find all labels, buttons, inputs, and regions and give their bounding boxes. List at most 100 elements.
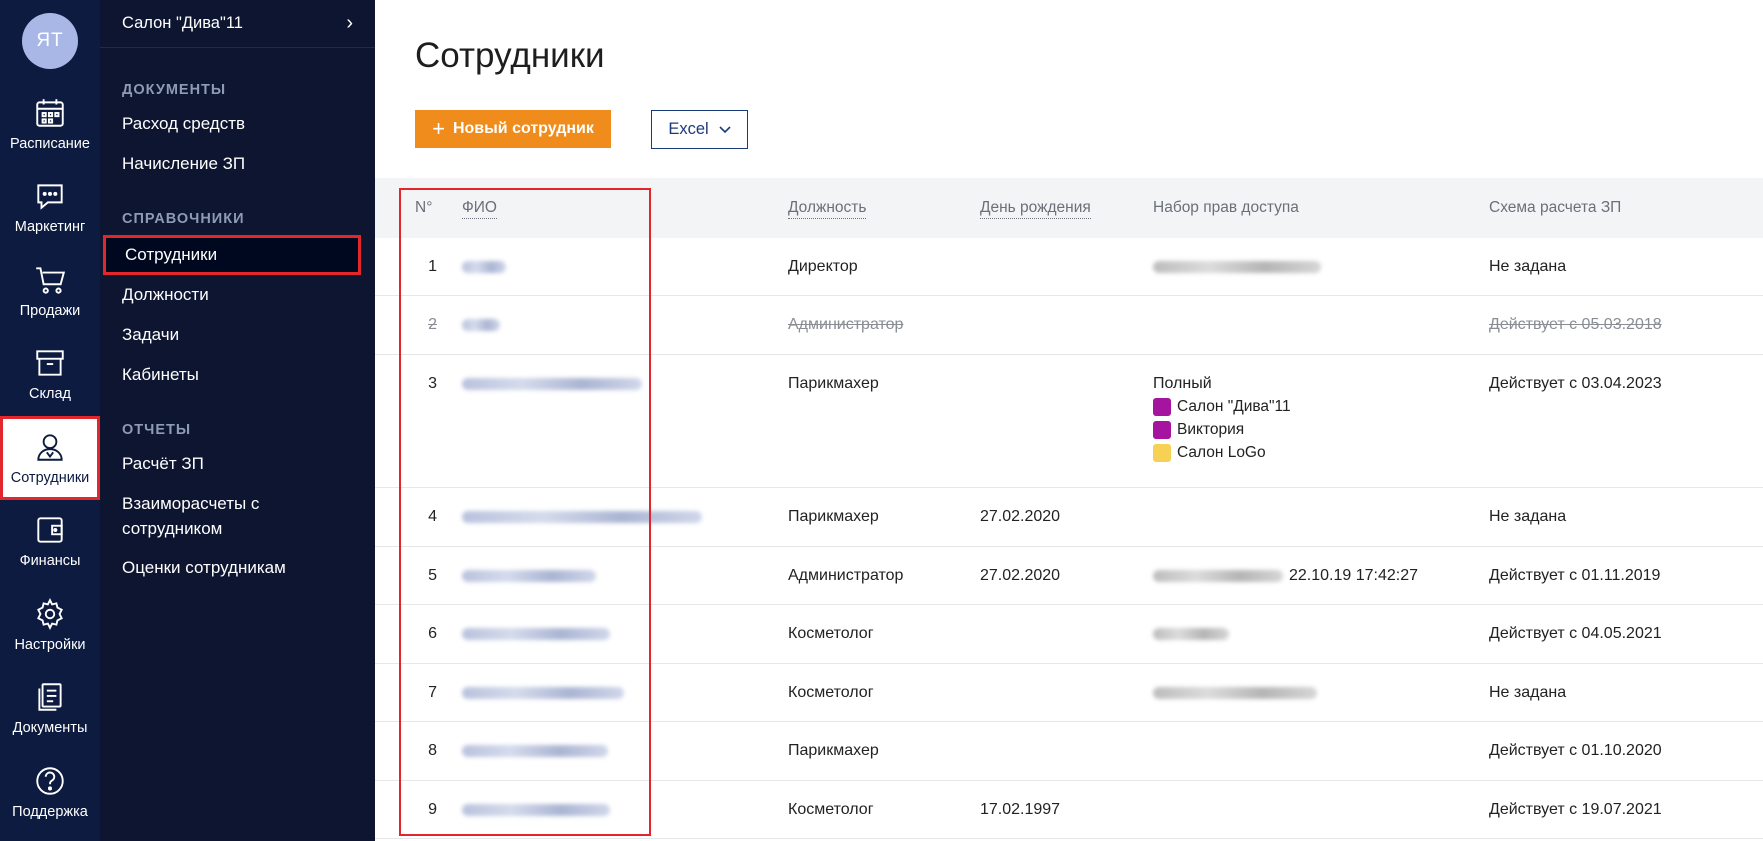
employee-position: Администратор — [788, 316, 904, 333]
salary-scheme: Действует с 01.11.2019 — [1489, 567, 1661, 584]
table-row[interactable]: 4 Парикмахер 27.02.2020 Не задана — [375, 488, 1763, 547]
employee-position: Косметолог — [788, 684, 874, 701]
table-row[interactable]: 5 Администратор 27.02.2020 22.10.19 17:4… — [375, 547, 1763, 605]
employee-name-blurred[interactable] — [462, 605, 610, 643]
menu-item-salary-accrual[interactable]: Начисление ЗП — [100, 144, 375, 184]
rail-item-warehouse[interactable]: Склад — [0, 333, 100, 417]
employee-birthday: 27.02.2020 — [980, 567, 1061, 584]
menu-item-expenses[interactable]: Расход средств — [100, 104, 375, 144]
employee-name-blurred[interactable] — [462, 296, 500, 334]
header-birthday[interactable]: День рождения — [980, 199, 1091, 219]
archive-icon — [36, 350, 64, 376]
rail-item-settings[interactable]: Настройки — [0, 583, 100, 667]
rail-item-sales[interactable]: Продажи — [0, 249, 100, 333]
menu-section-references: СПРАВОЧНИКИ — [122, 211, 245, 227]
chevron-down-icon — [719, 125, 731, 133]
plus-icon: + — [432, 116, 445, 141]
excel-dropdown-button[interactable]: Excel — [651, 110, 748, 149]
wallet-icon — [37, 517, 63, 543]
rail-item-label: Настройки — [14, 636, 86, 653]
salon-switcher[interactable]: Салон "Дива"11 › — [100, 0, 375, 48]
salary-scheme: Не задана — [1489, 508, 1567, 525]
employee-position: Косметолог — [788, 801, 874, 818]
header-position[interactable]: Должность — [788, 199, 867, 219]
employee-birthday: 17.02.1997 — [980, 801, 1061, 818]
menu-item-cabinets[interactable]: Кабинеты — [100, 355, 375, 395]
rail-item-marketing[interactable]: Маркетинг — [0, 166, 100, 250]
employee-name-blurred[interactable] — [462, 238, 506, 276]
calendar-icon — [36, 98, 64, 127]
menu-item-employees[interactable]: Сотрудники — [103, 235, 361, 275]
employee-position: Парикмахер — [788, 742, 879, 759]
menu-item-employee-ratings[interactable]: Оценки сотрудникам — [100, 548, 375, 588]
access-salon: Салон "Дива"11 — [1153, 398, 1291, 416]
table-row[interactable]: 8 Парикмахер Действует с 01.10.2020 — [375, 722, 1763, 781]
avatar[interactable]: ЯТ — [22, 13, 78, 69]
employee-name-blurred[interactable] — [462, 664, 624, 702]
table-row[interactable]: 1 Директор Не задана — [375, 238, 1763, 296]
row-number: 9 — [428, 801, 437, 818]
salary-scheme: Не задана — [1489, 684, 1567, 701]
employee-name-blurred[interactable] — [462, 488, 702, 526]
employee-position: Парикмахер — [788, 375, 879, 392]
menu-item-tasks[interactable]: Задачи — [100, 315, 375, 355]
row-number: 4 — [428, 508, 437, 525]
header-access: Набор прав доступа — [1153, 199, 1299, 216]
row-number: 5 — [428, 567, 437, 584]
salary-scheme: Действует с 01.10.2020 — [1489, 742, 1662, 759]
rail-item-label: Поддержка — [12, 803, 88, 820]
rail-item-label: Расписание — [10, 135, 90, 152]
employee-position: Администратор — [788, 567, 904, 584]
salon-color-swatch — [1153, 444, 1171, 462]
rail-item-support[interactable]: Поддержка — [0, 750, 100, 834]
table-row[interactable]: 2 Администратор Действует с 05.03.2018 — [375, 296, 1763, 355]
row-number: 3 — [428, 375, 437, 392]
employee-position: Косметолог — [788, 625, 874, 642]
salary-scheme: Действует с 04.05.2021 — [1489, 625, 1662, 642]
access-salon: Салон LoGo — [1153, 444, 1291, 462]
help-icon — [36, 767, 64, 795]
table-row[interactable]: 3 Парикмахер Полный Салон "Дива"11 Викто… — [375, 355, 1763, 488]
row-number: 8 — [428, 742, 437, 759]
rail-item-label: Финансы — [19, 553, 81, 570]
main-content: Сотрудники + Новый сотрудник Excel N° ФИ… — [375, 0, 1763, 841]
rail-item-employees[interactable]: Сотрудники — [0, 416, 100, 500]
salon-color-swatch — [1153, 421, 1171, 439]
rail-item-label: Сотрудники — [10, 469, 90, 486]
rail-item-schedule[interactable]: Расписание — [0, 82, 100, 166]
table-row[interactable]: 9 Косметолог 17.02.1997 Действует с 19.0… — [375, 781, 1763, 839]
chevron-right-icon: › — [346, 12, 353, 34]
excel-label: Excel — [668, 120, 709, 138]
gear-icon — [37, 597, 63, 630]
access-set-blurred — [1153, 664, 1317, 702]
rail-item-documents[interactable]: Документы — [0, 667, 100, 751]
menu-item-positions[interactable]: Должности — [100, 275, 375, 315]
avatar-container: ЯТ — [0, 0, 100, 82]
salary-scheme: Действует с 19.07.2021 — [1489, 801, 1662, 818]
header-fio[interactable]: ФИО — [462, 199, 497, 219]
rail-item-finance[interactable]: Финансы — [0, 500, 100, 584]
salon-name: Салон "Дива"11 — [122, 14, 243, 32]
access-set: 22.10.19 17:42:27 — [1153, 547, 1418, 585]
salon-color-swatch — [1153, 398, 1171, 416]
rail-item-label: Продажи — [19, 302, 81, 319]
employee-name-blurred[interactable] — [462, 722, 608, 760]
menu-item-settlements[interactable]: Взаиморасчеты с сотрудником — [100, 484, 375, 548]
chat-icon — [37, 184, 63, 210]
table-row[interactable]: 7 Косметолог Не задана — [375, 664, 1763, 722]
employee-name-blurred[interactable] — [462, 547, 596, 585]
employee-name-blurred[interactable] — [462, 355, 642, 393]
cart-icon — [36, 267, 66, 294]
row-number: 2 — [428, 316, 437, 333]
menu-section-documents: ДОКУМЕНТЫ — [122, 82, 227, 98]
new-employee-button[interactable]: + Новый сотрудник — [415, 110, 611, 148]
access-set: Полный Салон "Дива"11 Виктория Салон LoG… — [1153, 355, 1291, 462]
employee-name-blurred[interactable] — [462, 781, 610, 819]
table-row[interactable]: 6 Косметолог Действует с 04.05.2021 — [375, 605, 1763, 664]
menu-item-salary-calc[interactable]: Расчёт ЗП — [100, 444, 375, 484]
documents-icon — [38, 683, 62, 711]
employee-birthday: 27.02.2020 — [980, 508, 1061, 525]
rail-item-label: Склад — [29, 386, 71, 403]
salary-scheme: Действует с 05.03.2018 — [1489, 316, 1662, 333]
employee-position: Директор — [788, 258, 858, 275]
